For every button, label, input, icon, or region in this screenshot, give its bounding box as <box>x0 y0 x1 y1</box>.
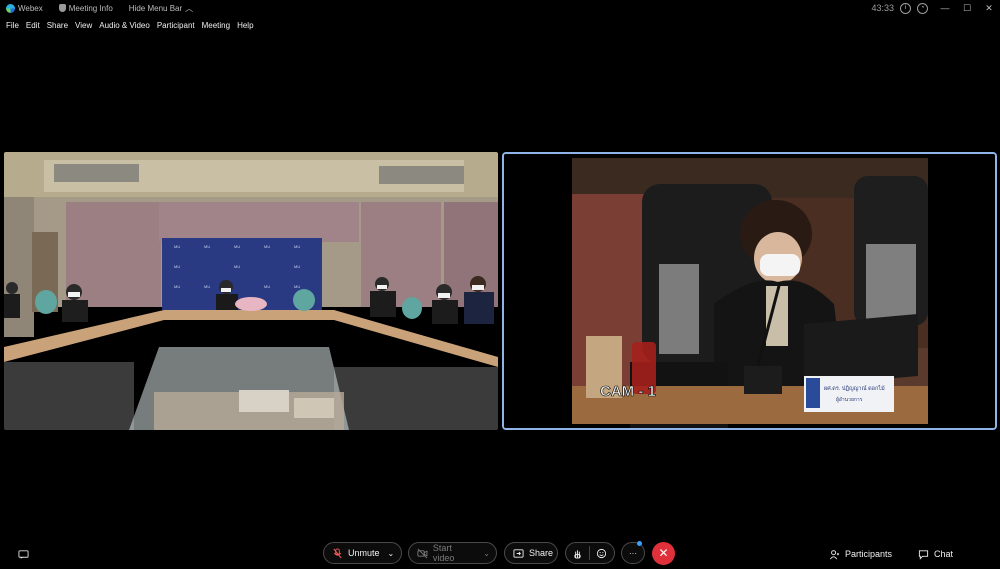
camera-label-overlay: CAM - 1 <box>600 383 656 400</box>
close-icon[interactable]: ✕ <box>978 3 1000 14</box>
meeting-info-label: Meeting Info <box>68 3 113 13</box>
svg-text:MU: MU <box>294 284 300 289</box>
participants-icon <box>829 549 840 559</box>
start-video-button[interactable]: Start video <box>409 543 483 563</box>
unmute-button[interactable]: Unmute <box>324 543 388 563</box>
svg-text:MU: MU <box>174 244 180 249</box>
svg-text:MU: MU <box>264 244 270 249</box>
minimize-icon[interactable]: — <box>934 3 956 13</box>
menu-view[interactable]: View <box>75 21 92 30</box>
menu-help[interactable]: Help <box>237 21 253 30</box>
participant-video-tile-room[interactable]: MU MU MU MU MU MU MU MU MU MU MU MU <box>4 152 498 430</box>
svg-text:MU: MU <box>234 244 240 249</box>
shield-icon <box>58 4 66 12</box>
participant-video-tile-speaker[interactable]: ผศ.ดร. ปฏิญญาณ์ ดอกไม้ ผู้อำนวยการ CAM -… <box>502 152 997 430</box>
menu-meeting[interactable]: Meeting <box>202 21 230 30</box>
nameplate-line1: ผศ.ดร. ปฏิญญาณ์ ดอกไม้ <box>824 385 885 392</box>
closed-captions-button[interactable] <box>18 545 29 563</box>
svg-text:MU: MU <box>294 264 300 269</box>
timer-icon[interactable]: ◔ <box>917 2 928 14</box>
reactions-button[interactable] <box>590 543 613 563</box>
chat-icon <box>918 549 929 560</box>
svg-text:MU: MU <box>204 244 210 249</box>
app-name: Webex <box>18 3 43 13</box>
share-label: Share <box>529 548 554 558</box>
more-options-button[interactable]: ··· <box>621 542 645 564</box>
svg-text:MU: MU <box>234 264 240 269</box>
participants-button[interactable]: Participants <box>829 545 892 563</box>
webex-logo-icon <box>6 3 15 13</box>
menu-file[interactable]: File <box>6 21 19 30</box>
info-icon[interactable]: i <box>900 2 911 14</box>
chevron-down-icon[interactable]: ⌄ <box>388 549 401 558</box>
meeting-timer: 43:33 <box>871 3 894 13</box>
share-screen-icon <box>513 548 524 558</box>
participants-label: Participants <box>845 549 893 559</box>
menu-share[interactable]: Share <box>47 21 68 30</box>
chat-label: Chat <box>934 549 954 559</box>
svg-text:MU: MU <box>204 284 210 289</box>
microphone-muted-icon <box>333 547 342 558</box>
raise-hand-button[interactable] <box>566 543 589 563</box>
menu-edit[interactable]: Edit <box>26 21 40 30</box>
meeting-info-button[interactable]: Meeting Info <box>58 3 113 13</box>
chevron-down-icon[interactable]: ⌄ <box>483 549 496 558</box>
chat-button[interactable]: Chat <box>918 545 953 563</box>
close-icon: ✕ <box>658 546 669 560</box>
notification-dot <box>637 541 642 546</box>
chevron-up-icon: ︿ <box>185 3 194 13</box>
meeting-controls-bar: Unmute ⌄ Start video ⌄ Share ··· ✕ Parti… <box>0 540 1000 568</box>
share-button-content: Share <box>505 543 561 563</box>
svg-text:MU: MU <box>174 264 180 269</box>
nameplate-line2: ผู้อำนวยการ <box>836 396 863 403</box>
emoji-reaction-icon <box>596 548 607 558</box>
maximize-icon[interactable]: ☐ <box>956 3 978 14</box>
unmute-control[interactable]: Unmute ⌄ <box>323 542 402 564</box>
menu-bar: File Edit Share View Audio & Video Parti… <box>0 18 255 32</box>
unmute-label: Unmute <box>348 548 380 558</box>
svg-text:MU: MU <box>294 244 300 249</box>
hide-menu-bar-label: Hide Menu Bar <box>128 3 183 13</box>
captions-icon <box>18 549 29 559</box>
start-video-label: Start video <box>432 543 455 563</box>
more-options-icon: ··· <box>629 548 637 558</box>
start-video-control[interactable]: Start video ⌄ <box>408 542 497 564</box>
title-bar: Webex Meeting Info Hide Menu Bar ︿ 43:33… <box>0 0 1000 16</box>
conference-room-video: MU MU MU MU MU MU MU MU MU MU MU MU <box>4 152 498 430</box>
reactions-control <box>565 542 615 564</box>
menu-participant[interactable]: Participant <box>157 21 195 30</box>
svg-text:MU: MU <box>174 284 180 289</box>
app-title[interactable]: Webex <box>6 3 43 13</box>
video-off-icon <box>417 548 428 558</box>
menu-audio-video[interactable]: Audio & Video <box>99 21 150 30</box>
share-button[interactable]: Share <box>504 542 558 564</box>
leave-meeting-button[interactable]: ✕ <box>652 542 675 565</box>
raise-hand-icon <box>574 549 581 559</box>
hide-menu-bar-button[interactable]: Hide Menu Bar ︿ <box>129 3 193 14</box>
svg-text:MU: MU <box>264 284 270 289</box>
speaker-camera-video: ผศ.ดร. ปฏิญญาณ์ ดอกไม้ ผู้อำนวยการ CAM -… <box>504 154 995 428</box>
